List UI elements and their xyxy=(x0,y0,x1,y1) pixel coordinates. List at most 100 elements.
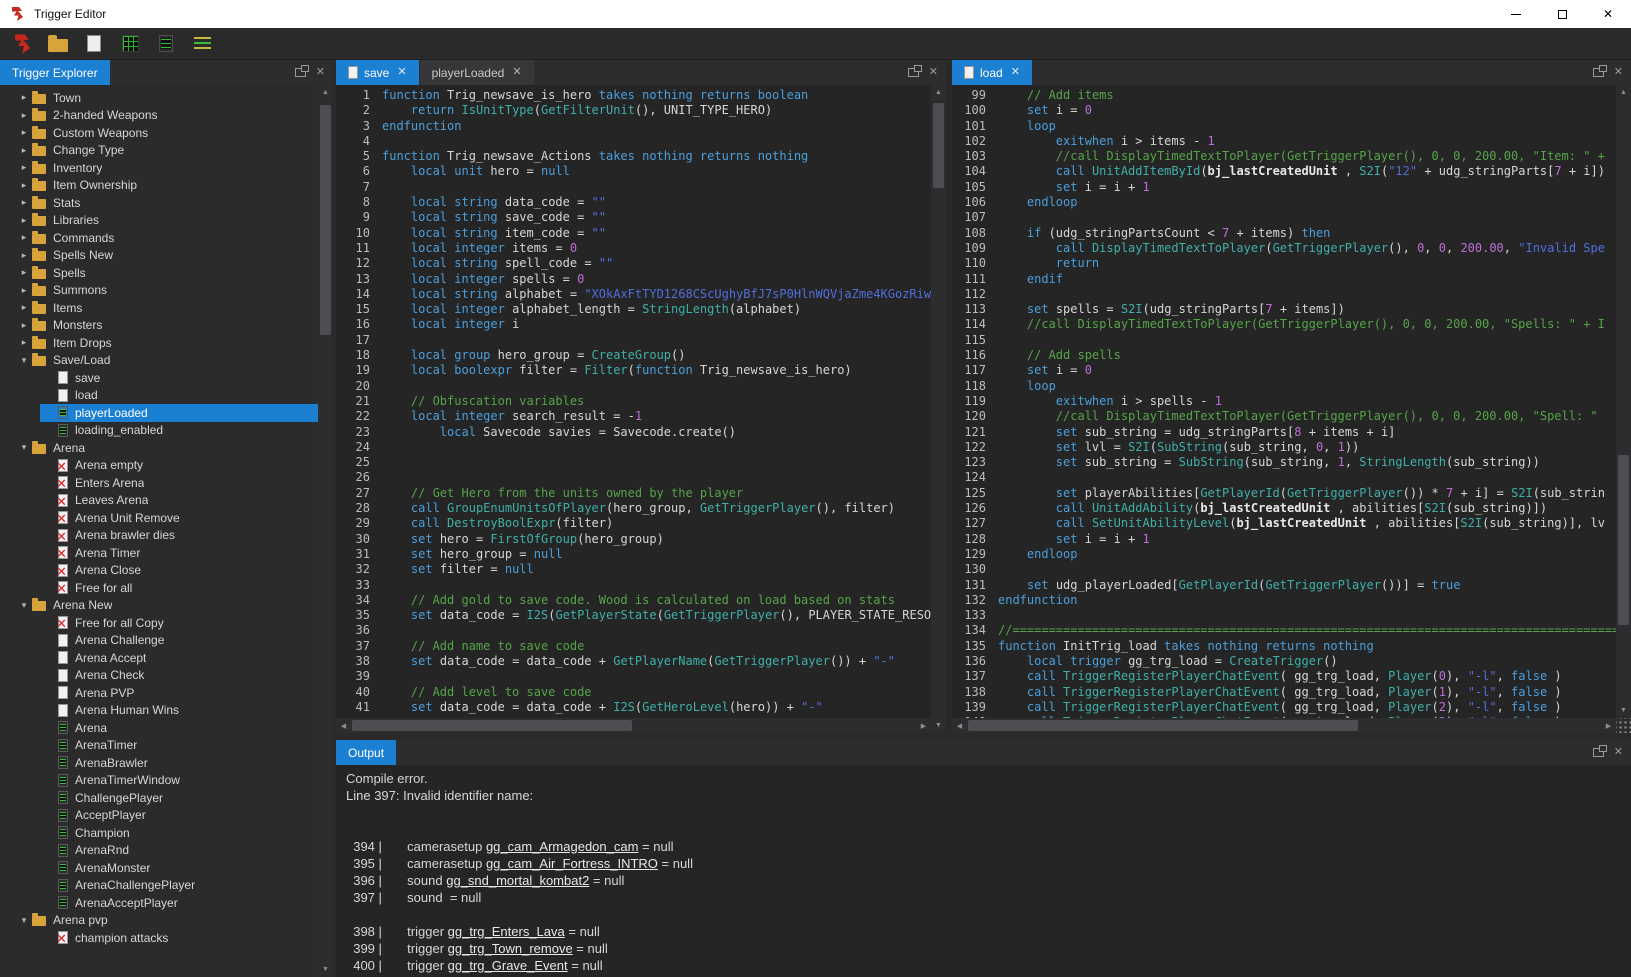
float-panel-icon[interactable] xyxy=(1593,748,1604,757)
tree-item-arena-empty[interactable]: ✕Arena empty xyxy=(0,457,318,475)
collapsed-arrow-icon[interactable]: ▸ xyxy=(16,285,32,296)
tree-item-inventory[interactable]: ▸Inventory xyxy=(0,159,318,177)
tree-item-leaves-arena[interactable]: ✕Leaves Arena xyxy=(0,492,318,510)
tab-load[interactable]: load ✕ xyxy=(952,60,1032,85)
float-panel-icon[interactable] xyxy=(1593,68,1604,77)
tree-item-arenarnd[interactable]: ArenaRnd xyxy=(0,842,318,860)
tree-item-2-handed-weapons[interactable]: ▸2-handed Weapons xyxy=(0,107,318,125)
scroll-up-icon[interactable]: ▲ xyxy=(1616,85,1631,100)
collapsed-arrow-icon[interactable]: ▸ xyxy=(16,110,32,121)
scroll-up-icon[interactable]: ▲ xyxy=(318,85,333,100)
scroll-down-icon[interactable]: ▼ xyxy=(1616,703,1631,718)
scroll-left-icon[interactable]: ◀ xyxy=(952,718,967,733)
script-button[interactable] xyxy=(154,32,178,56)
scroll-right-icon[interactable]: ▶ xyxy=(916,718,931,733)
tree-item-spells[interactable]: ▸Spells xyxy=(0,264,318,282)
collapsed-arrow-icon[interactable]: ▸ xyxy=(16,180,32,191)
tree-item-stats[interactable]: ▸Stats xyxy=(0,194,318,212)
tree-item-acceptplayer[interactable]: AcceptPlayer xyxy=(0,807,318,825)
collapsed-arrow-icon[interactable]: ▸ xyxy=(16,320,32,331)
tree-item-arena-pvp[interactable]: ▾Arena pvp xyxy=(0,912,318,930)
output-title-tab[interactable]: Output xyxy=(336,740,396,765)
scroll-down-icon[interactable]: ▼ xyxy=(931,718,946,733)
float-panel-icon[interactable] xyxy=(295,68,306,77)
tree-item-arenatimer[interactable]: ArenaTimer xyxy=(0,737,318,755)
tree-item-arenabrawler[interactable]: ArenaBrawler xyxy=(0,754,318,772)
logo-button[interactable] xyxy=(10,32,34,56)
tree-item-enters-arena[interactable]: ✕Enters Arena xyxy=(0,474,318,492)
close-tab-icon[interactable]: ✕ xyxy=(1011,67,1020,78)
open-folder-button[interactable] xyxy=(46,32,70,56)
trigger-tree[interactable]: ▸Town▸2-handed Weapons▸Custom Weapons▸Ch… xyxy=(0,85,318,977)
tree-item-free-for-all-copy[interactable]: ✕Free for all Copy xyxy=(0,614,318,632)
close-tab-icon[interactable]: ✕ xyxy=(397,67,406,78)
expanded-arrow-icon[interactable]: ▾ xyxy=(16,355,32,366)
tree-item-loading-enabled[interactable]: loading_enabled xyxy=(0,422,318,440)
tree-item-load[interactable]: load xyxy=(0,387,318,405)
scrollbar-thumb[interactable] xyxy=(933,103,944,188)
collapsed-arrow-icon[interactable]: ▸ xyxy=(16,162,32,173)
tree-item-custom-weapons[interactable]: ▸Custom Weapons xyxy=(0,124,318,142)
explorer-title-tab[interactable]: Trigger Explorer xyxy=(0,60,110,85)
collapsed-arrow-icon[interactable]: ▸ xyxy=(16,92,32,103)
collapsed-arrow-icon[interactable]: ▸ xyxy=(16,250,32,261)
minimize-button[interactable] xyxy=(1493,0,1539,28)
tree-item-arena-pvp[interactable]: Arena PVP xyxy=(0,684,318,702)
float-panel-icon[interactable] xyxy=(908,68,919,77)
save-editor-code[interactable]: 1function Trig_newsave_is_hero takes not… xyxy=(336,85,931,718)
tree-item-free-for-all[interactable]: ✕Free for all xyxy=(0,579,318,597)
tree-item-arenatimerwindow[interactable]: ArenaTimerWindow xyxy=(0,772,318,790)
tree-item-arena-challenge[interactable]: Arena Challenge xyxy=(0,632,318,650)
expanded-arrow-icon[interactable]: ▾ xyxy=(16,600,32,611)
scrollbar-thumb[interactable] xyxy=(320,105,331,335)
variables-button[interactable] xyxy=(118,32,142,56)
scroll-up-icon[interactable]: ▲ xyxy=(931,85,946,100)
tree-item-arenamonster[interactable]: ArenaMonster xyxy=(0,859,318,877)
tree-item-save-load[interactable]: ▾Save/Load xyxy=(0,352,318,370)
tree-item-arena-close[interactable]: ✕Arena Close xyxy=(0,562,318,580)
close-panel-icon[interactable]: ✕ xyxy=(316,67,325,78)
close-panel-icon[interactable]: ✕ xyxy=(929,67,938,78)
tab-save[interactable]: save ✕ xyxy=(336,60,419,85)
tree-item-champion-attacks[interactable]: ✕champion attacks xyxy=(0,929,318,947)
tree-item-arenachallengeplayer[interactable]: ArenaChallengePlayer xyxy=(0,877,318,895)
collapsed-arrow-icon[interactable]: ▸ xyxy=(16,232,32,243)
tree-item-item-ownership[interactable]: ▸Item Ownership xyxy=(0,177,318,195)
close-tab-icon[interactable]: ✕ xyxy=(512,67,521,78)
tree-item-arena-new[interactable]: ▾Arena New xyxy=(0,597,318,615)
tree-item-town[interactable]: ▸Town xyxy=(0,89,318,107)
save-vertical-scrollbar[interactable]: ▲ ▼ xyxy=(931,85,946,733)
collapsed-arrow-icon[interactable]: ▸ xyxy=(16,197,32,208)
tree-item-arena-brawler-dies[interactable]: ✕Arena brawler dies xyxy=(0,527,318,545)
close-panel-icon[interactable]: ✕ xyxy=(1614,747,1623,758)
tree-item-arena-human-wins[interactable]: Arena Human Wins xyxy=(0,702,318,720)
tree-item-arena-unit-remove[interactable]: ✕Arena Unit Remove xyxy=(0,509,318,527)
tree-item-items[interactable]: ▸Items xyxy=(0,299,318,317)
list-button[interactable] xyxy=(190,32,214,56)
maximize-button[interactable] xyxy=(1539,0,1585,28)
collapsed-arrow-icon[interactable]: ▸ xyxy=(16,337,32,348)
close-button[interactable]: ✕ xyxy=(1585,0,1631,28)
collapsed-arrow-icon[interactable]: ▸ xyxy=(16,145,32,156)
scrollbar-thumb[interactable] xyxy=(352,720,632,731)
load-editor-code[interactable]: 99 // Add items100 set i = 0101 loop102 … xyxy=(952,85,1616,718)
tree-item-spells-new[interactable]: ▸Spells New xyxy=(0,247,318,265)
tree-item-arena[interactable]: ▾Arena xyxy=(0,439,318,457)
scrollbar-thumb[interactable] xyxy=(1618,455,1629,625)
collapsed-arrow-icon[interactable]: ▸ xyxy=(16,127,32,138)
tree-item-commands[interactable]: ▸Commands xyxy=(0,229,318,247)
tree-item-arena-timer[interactable]: ✕Arena Timer xyxy=(0,544,318,562)
close-panel-icon[interactable]: ✕ xyxy=(1614,67,1623,78)
tab-playerloaded[interactable]: playerLoaded ✕ xyxy=(420,60,534,85)
tree-item-save[interactable]: save xyxy=(0,369,318,387)
tree-item-arenaacceptplayer[interactable]: ArenaAcceptPlayer xyxy=(0,894,318,912)
collapsed-arrow-icon[interactable]: ▸ xyxy=(16,302,32,313)
tree-item-libraries[interactable]: ▸Libraries xyxy=(0,212,318,230)
tree-item-challengeplayer[interactable]: ChallengePlayer xyxy=(0,789,318,807)
tree-item-arena[interactable]: Arena xyxy=(0,719,318,737)
load-horizontal-scrollbar[interactable]: ◀ ▶ xyxy=(952,718,1616,733)
tree-item-arena-accept[interactable]: Arena Accept xyxy=(0,649,318,667)
expanded-arrow-icon[interactable]: ▾ xyxy=(16,442,32,453)
tree-item-monsters[interactable]: ▸Monsters xyxy=(0,317,318,335)
tree-item-summons[interactable]: ▸Summons xyxy=(0,282,318,300)
